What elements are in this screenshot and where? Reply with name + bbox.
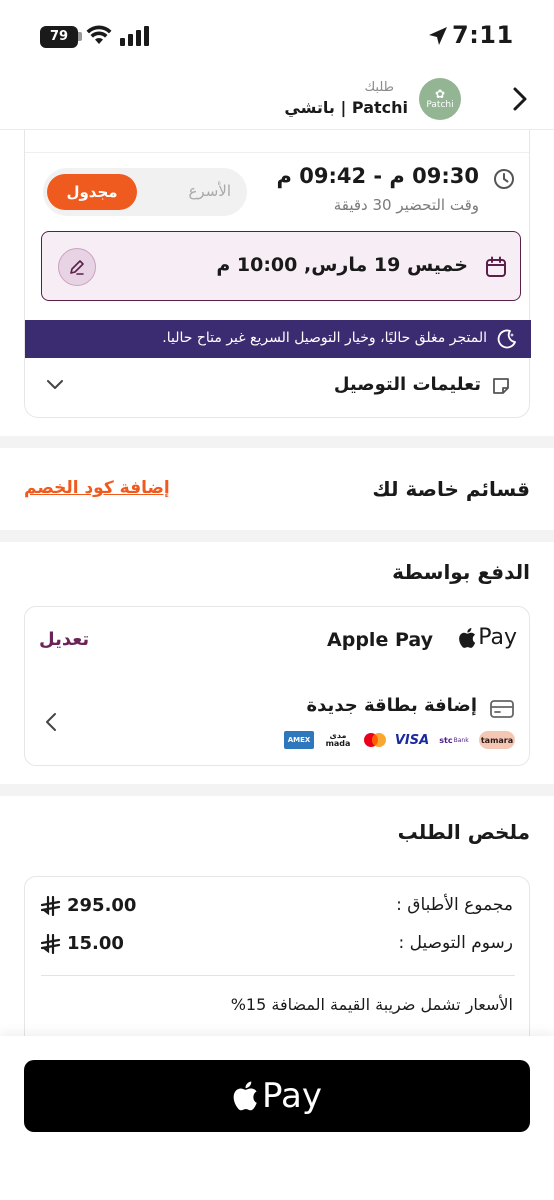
tamara-logo: tamara (479, 731, 515, 749)
mada-logo-latin: mada (325, 739, 351, 748)
battery-cap (78, 32, 82, 41)
edit-payment-link[interactable]: تعديل (39, 629, 89, 650)
subtotal-label: مجموع الأطباق : (396, 895, 513, 915)
checkout-bar: Pay (0, 1036, 554, 1200)
header-subtitle: طلبك (364, 80, 394, 95)
store-logo-text: Patchi (426, 100, 454, 110)
amex-logo: AMEX (284, 731, 314, 749)
apple-icon (459, 627, 476, 648)
scheduled-date-field[interactable]: خميس 19 مارس, 10:00 م (41, 231, 521, 301)
page-header: ✿ Patchi طلبك باتشي | Patchi (0, 68, 554, 130)
stc-logo-text: stc (439, 735, 453, 745)
add-new-card-label[interactable]: إضافة بطاقة جديدة (307, 695, 477, 716)
edit-date-button[interactable] (58, 248, 96, 286)
chevron-right-icon (513, 87, 527, 111)
mada-logo: مدى mada (321, 731, 355, 749)
section-divider (0, 530, 554, 542)
delivery-fee-value-group: 15.00 (41, 933, 124, 954)
divider (25, 152, 529, 153)
store-logo: ✿ Patchi (419, 78, 461, 120)
subtotal-value-group: 295.00 (41, 895, 136, 916)
moon-icon (497, 329, 516, 349)
stc-bank-logo: stc Bank (436, 731, 472, 749)
mastercard-icon (364, 733, 386, 747)
payment-card: Pay Apple Pay تعديل إضافة بطاقة جديدة AM… (24, 606, 530, 766)
back-button[interactable] (506, 82, 534, 116)
apple-pay-button-text: Pay (262, 1076, 322, 1116)
subtotal-row: مجموع الأطباق : 295.00 (25, 895, 529, 919)
clock-icon (494, 169, 514, 189)
divider (41, 975, 515, 976)
section-divider (0, 436, 554, 448)
status-time: 7:11 (452, 21, 514, 49)
add-coupon-link[interactable]: إضافة كود الخصم (24, 478, 170, 498)
wifi-icon (86, 25, 112, 44)
riyal-icon (41, 933, 61, 954)
location-arrow-icon (429, 27, 447, 45)
prep-time: وقت التحضير 30 دقيقة (333, 196, 479, 214)
vat-note: الأسعار تشمل ضريبة القيمة المضافة 15% (230, 995, 513, 1014)
mode-fastest-option[interactable]: الأسرع (188, 182, 231, 200)
store-closed-text: المتجر مغلق حاليًا، وخيار التوصيل السريع… (162, 330, 487, 346)
chevron-down-icon[interactable] (45, 378, 65, 392)
stc-logo-sub: Bank (453, 736, 469, 744)
delivery-card: 09:30 م - 09:42 م وقت التحضير 30 دقيقة ا… (24, 130, 531, 418)
flower-icon: ✿ (434, 87, 446, 101)
delivery-fee-value: 15.00 (67, 933, 124, 954)
order-summary-card: مجموع الأطباق : 295.00 رسوم التوصيل : 15… (24, 876, 530, 1056)
mastercard-logo (362, 731, 388, 749)
section-divider (0, 784, 554, 796)
delivery-fee-label: رسوم التوصيل : (398, 933, 513, 953)
delivery-mode-toggle: الأسرع مجدول (43, 168, 247, 216)
calendar-icon (486, 256, 506, 277)
order-summary-title: ملخص الطلب (397, 820, 530, 844)
store-name: باتشي | Patchi (284, 98, 408, 117)
note-icon (493, 378, 509, 394)
chevron-left-icon[interactable] (45, 712, 57, 732)
battery-icon: 79 (40, 26, 78, 48)
coupons-title: قسائم خاصة لك (372, 477, 530, 501)
apple-pay-button[interactable]: Pay (24, 1060, 530, 1132)
delivery-time-range: 09:30 م - 09:42 م (276, 164, 479, 188)
payment-title: الدفع بواسطة (392, 560, 530, 584)
apple-icon (233, 1081, 257, 1111)
payment-method-label: Apple Pay (327, 629, 433, 651)
scheduled-date-text: خميس 19 مارس, 10:00 م (216, 254, 468, 276)
subtotal-value: 295.00 (67, 895, 137, 916)
riyal-icon (41, 895, 61, 916)
status-bar: 79 7:11 (0, 0, 554, 68)
delivery-instructions-label[interactable]: تعليمات التوصيل (334, 374, 481, 395)
pay-text: Pay (478, 625, 517, 650)
card-brands: AMEX مدى mada VISA stc Bank tamara (284, 731, 515, 749)
signal-icon (120, 26, 149, 46)
apple-pay-logo: Pay (458, 625, 517, 650)
mode-scheduled-option[interactable]: مجدول (47, 174, 137, 210)
delivery-fee-row: رسوم التوصيل : 15.00 (25, 933, 529, 957)
pencil-icon (70, 260, 84, 275)
visa-logo: VISA (394, 732, 430, 748)
store-closed-banner: المتجر مغلق حاليًا، وخيار التوصيل السريع… (25, 320, 531, 358)
credit-card-icon (490, 700, 514, 718)
